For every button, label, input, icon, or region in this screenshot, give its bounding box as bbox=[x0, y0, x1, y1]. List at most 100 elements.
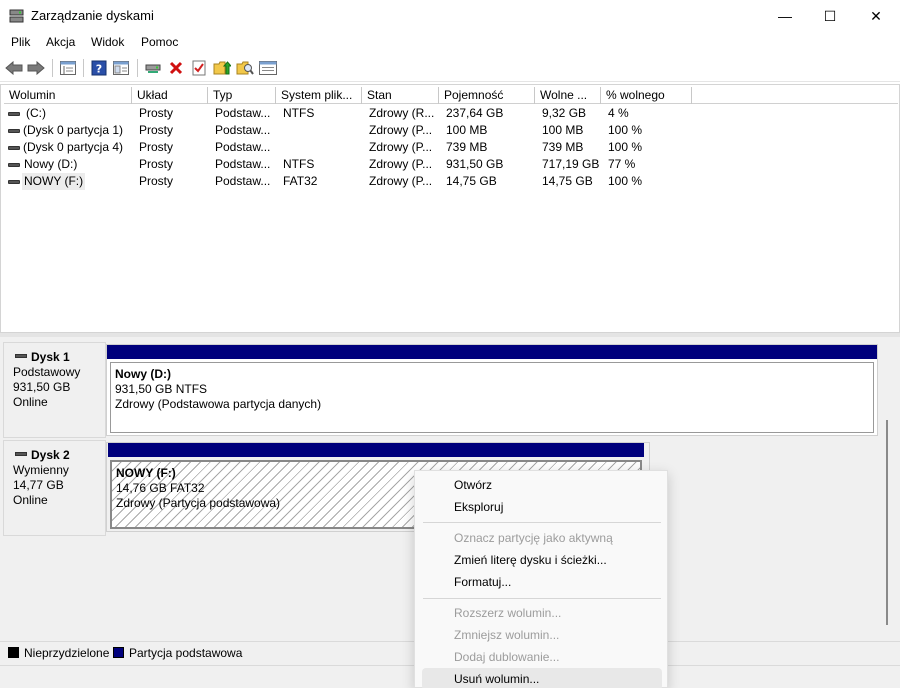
disk-management-icon bbox=[9, 9, 24, 23]
disk-icon bbox=[15, 452, 27, 456]
cell-layout: Prosty bbox=[139, 106, 174, 120]
cell-type: Podstaw... bbox=[215, 106, 271, 120]
menu-item-format[interactable]: Formatuj... bbox=[422, 571, 662, 593]
table-row[interactable]: NOWY (F:) Prosty Podstaw... FAT32 Zdrowy… bbox=[4, 173, 764, 190]
column-header-percent-free[interactable]: % wolnego bbox=[601, 87, 692, 104]
cell-free: 9,32 GB bbox=[542, 106, 587, 120]
menu-item-add-mirror[interactable]: Dodaj dublowanie... bbox=[422, 646, 662, 668]
minimize-icon: — bbox=[778, 8, 792, 24]
cell-percent-free: 100 % bbox=[608, 123, 643, 137]
table-row[interactable]: Nowy (D:) Prosty Podstaw... NTFS Zdrowy … bbox=[4, 156, 764, 173]
cell-layout: Prosty bbox=[139, 140, 174, 154]
primary-partition-bar bbox=[107, 345, 877, 359]
cell-status: Zdrowy (R... bbox=[369, 106, 435, 120]
disk-2-status: Online bbox=[13, 493, 48, 507]
minimize-button[interactable]: — bbox=[762, 0, 808, 32]
toolbar-separator bbox=[83, 59, 84, 77]
cell-status: Zdrowy (P... bbox=[369, 140, 433, 154]
disk-1-name: Dysk 1 bbox=[31, 350, 70, 364]
search-folder-icon[interactable] bbox=[235, 58, 255, 78]
menu-item-change-letter[interactable]: Zmień literę dysku i ścieżki... bbox=[422, 549, 662, 571]
column-header-type[interactable]: Typ bbox=[208, 87, 276, 104]
back-arrow-icon[interactable] bbox=[4, 58, 24, 78]
disk-2-type: Wymienny bbox=[13, 463, 69, 477]
cell-volume: (Dysk 0 partycja 4) bbox=[23, 140, 124, 154]
cell-capacity: 100 MB bbox=[446, 123, 488, 137]
console-tree-icon[interactable] bbox=[58, 58, 78, 78]
partition-d-size: 931,50 GB NTFS bbox=[115, 382, 208, 396]
cell-layout: Prosty bbox=[139, 123, 174, 137]
check-icon[interactable] bbox=[189, 58, 209, 78]
help-icon[interactable]: ? bbox=[89, 58, 109, 78]
context-menu: Otwórz Eksploruj Oznacz partycję jako ak… bbox=[414, 470, 668, 688]
cell-status: Zdrowy (P... bbox=[369, 157, 433, 171]
delete-icon[interactable] bbox=[166, 58, 186, 78]
legend-primary: Partycja podstawowa bbox=[129, 646, 243, 660]
toolbar: ? bbox=[0, 54, 900, 82]
menu-action[interactable]: Akcja bbox=[46, 35, 75, 49]
cell-percent-free: 100 % bbox=[608, 174, 643, 188]
toolbar-separator bbox=[137, 59, 138, 77]
maximize-button[interactable]: ☐ bbox=[807, 0, 853, 32]
title-bar: Zarządzanie dyskami — ☐ ✕ bbox=[0, 0, 900, 32]
window-title: Zarządzanie dyskami bbox=[31, 8, 154, 23]
disk-1-size: 931,50 GB bbox=[13, 380, 71, 394]
column-header-status[interactable]: Stan bbox=[362, 87, 439, 104]
menu-item-explore[interactable]: Eksploruj bbox=[422, 496, 662, 518]
cell-layout: Prosty bbox=[139, 174, 174, 188]
disk-1-status: Online bbox=[13, 395, 48, 409]
table-row[interactable]: (C:) Prosty Podstaw... NTFS Zdrowy (R...… bbox=[4, 105, 764, 122]
menu-item-shrink[interactable]: Zmniejsz wolumin... bbox=[422, 624, 662, 646]
cell-filesystem: NTFS bbox=[283, 157, 315, 171]
volume-icon bbox=[8, 112, 20, 116]
disk-2-size: 14,77 GB bbox=[13, 478, 64, 492]
cell-status: Zdrowy (P... bbox=[369, 123, 433, 137]
cell-filesystem: FAT32 bbox=[283, 174, 318, 188]
volume-list-header: Wolumin Układ Typ System plik... Stan Po… bbox=[4, 87, 898, 104]
menu-view[interactable]: Widok bbox=[91, 35, 124, 49]
disk-1-type: Podstawowy bbox=[13, 365, 81, 379]
cell-status: Zdrowy (P... bbox=[369, 174, 433, 188]
disk-2-label[interactable]: Dysk 2 Wymienny 14,77 GB Online bbox=[3, 440, 106, 536]
legend-unallocated: Nieprzydzielone bbox=[24, 646, 110, 660]
cell-type: Podstaw... bbox=[215, 174, 271, 188]
table-row[interactable]: (Dysk 0 partycja 1) Prosty Podstaw... Zd… bbox=[4, 122, 764, 139]
toolbar-separator bbox=[52, 59, 53, 77]
disk-1-partition-area: Nowy (D:) 931,50 GB NTFS Zdrowy (Podstaw… bbox=[106, 344, 878, 436]
cell-filesystem: NTFS bbox=[283, 106, 315, 120]
partition-d[interactable]: Nowy (D:) 931,50 GB NTFS Zdrowy (Podstaw… bbox=[110, 362, 874, 433]
cell-volume: Nowy (D:) bbox=[24, 157, 78, 171]
cell-capacity: 931,50 GB bbox=[446, 157, 504, 171]
column-header-capacity[interactable]: Pojemność bbox=[439, 87, 535, 104]
cell-volume: (C:) bbox=[26, 106, 46, 120]
properties-icon[interactable] bbox=[258, 58, 278, 78]
cell-free: 739 MB bbox=[542, 140, 584, 154]
menu-item-mark-active[interactable]: Oznacz partycję jako aktywną bbox=[422, 527, 662, 549]
column-header-volume[interactable]: Wolumin bbox=[4, 87, 132, 104]
cell-volume: NOWY (F:) bbox=[22, 173, 86, 190]
close-button[interactable]: ✕ bbox=[853, 0, 899, 32]
disk-icon bbox=[15, 354, 27, 358]
close-icon: ✕ bbox=[870, 7, 882, 24]
column-header-filesystem[interactable]: System plik... bbox=[276, 87, 362, 104]
connect-drive-icon[interactable] bbox=[143, 58, 163, 78]
table-row[interactable]: (Dysk 0 partycja 4) Prosty Podstaw... Zd… bbox=[4, 139, 764, 156]
column-header-free[interactable]: Wolne ... bbox=[535, 87, 601, 104]
menu-item-open[interactable]: Otwórz bbox=[422, 474, 662, 496]
menu-item-delete-volume[interactable]: Usuń wolumin... bbox=[422, 668, 662, 688]
cell-percent-free: 100 % bbox=[608, 140, 643, 154]
legend-swatch-primary bbox=[113, 647, 124, 658]
show-hide-pane-icon[interactable] bbox=[111, 58, 131, 78]
menu-help[interactable]: Pomoc bbox=[141, 35, 178, 49]
menu-item-extend[interactable]: Rozszerz wolumin... bbox=[422, 602, 662, 624]
volume-icon bbox=[8, 146, 20, 150]
cell-free: 14,75 GB bbox=[542, 174, 593, 188]
column-header-layout[interactable]: Układ bbox=[132, 87, 208, 104]
vertical-scrollbar[interactable] bbox=[886, 420, 888, 625]
cell-capacity: 14,75 GB bbox=[446, 174, 497, 188]
disk-1-label[interactable]: Dysk 1 Podstawowy 931,50 GB Online bbox=[3, 342, 106, 438]
menu-file[interactable]: Plik bbox=[11, 35, 30, 49]
forward-arrow-icon[interactable] bbox=[26, 58, 46, 78]
volume-icon bbox=[8, 180, 20, 184]
up-folder-icon[interactable] bbox=[212, 58, 232, 78]
